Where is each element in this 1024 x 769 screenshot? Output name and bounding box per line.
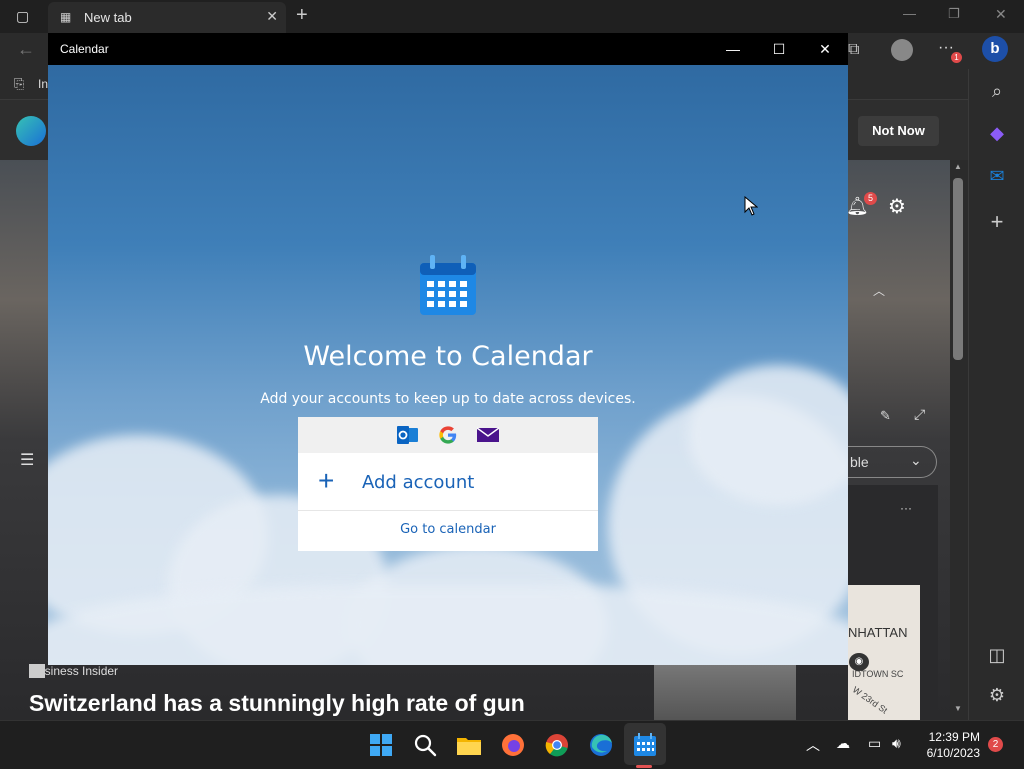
notification-count-badge: 5 <box>864 192 877 205</box>
news-photo <box>654 665 796 720</box>
close-tab-icon[interactable]: ✕ <box>266 8 278 25</box>
source-logo-icon <box>29 664 45 678</box>
browser-minimize-icon[interactable]: — <box>903 6 916 21</box>
browser-tab-new-tab[interactable]: ▦ New tab ✕ <box>48 2 286 33</box>
sidebar-settings-icon[interactable]: ⚙ <box>969 685 1024 706</box>
sidebar-add-icon[interactable]: + <box>969 209 1024 235</box>
account-card: + Add account Go to calendar <box>298 417 598 551</box>
browser-tab-bar: ▢ ▦ New tab ✕ + — ❐ ✕ <box>0 0 1024 33</box>
page-settings-gear-icon[interactable]: ⚙ <box>888 194 906 219</box>
sidebar-outlook-icon[interactable]: ✉ <box>969 166 1024 187</box>
profile-avatar[interactable] <box>891 39 913 61</box>
sidebar-toggle-icon[interactable]: ◫ <box>969 645 1024 666</box>
calendar-window: Calendar — ☐ ✕ Welcome to Calendar Add y… <box>48 33 848 665</box>
new-tab-page-icon: ▦ <box>60 10 72 24</box>
back-icon[interactable]: ← <box>17 39 35 60</box>
outlook-icon <box>397 426 418 444</box>
welcome-title: Welcome to Calendar <box>303 341 593 372</box>
close-button[interactable]: ✕ <box>802 33 848 65</box>
window-title: Calendar <box>60 42 109 56</box>
card-more-icon[interactable]: ··· <box>900 501 912 515</box>
clock-time[interactable]: 12:39 PM <box>900 730 980 744</box>
search-icon[interactable] <box>409 729 441 761</box>
calendar-titlebar[interactable]: Calendar — ☐ ✕ <box>48 33 848 65</box>
notification-center-badge[interactable]: 2 <box>988 737 1003 752</box>
tab-title: New tab <box>84 10 132 25</box>
mouse-cursor-icon <box>744 196 758 216</box>
cloud-sync-icon[interactable]: ☁ <box>836 735 850 752</box>
welcome-subtitle: Add your accounts to keep up to date acr… <box>260 391 636 407</box>
profile-badge: 1 <box>951 52 962 63</box>
camera-icon: ◉ <box>849 653 869 671</box>
minimize-button[interactable]: — <box>710 33 756 65</box>
file-explorer-icon[interactable] <box>453 729 485 761</box>
import-favorites-icon[interactable]: ⎘ <box>14 76 24 92</box>
browser-close-icon[interactable]: ✕ <box>995 6 1007 23</box>
scroll-up-icon[interactable]: ▲ <box>954 162 962 171</box>
not-now-button[interactable]: Not Now <box>858 116 939 146</box>
plus-icon: + <box>318 465 335 496</box>
sidebar-search-icon[interactable]: ⌕ <box>969 81 1024 102</box>
news-headline[interactable]: Switzerland has a stunningly high rate o… <box>29 690 525 717</box>
firefox-icon[interactable] <box>497 729 529 761</box>
cloud-decoration <box>48 585 848 665</box>
collapse-chevron-icon[interactable]: ︿ <box>873 282 885 299</box>
expand-icon[interactable]: ⤢ <box>914 406 925 423</box>
chevron-down-icon: ⌄ <box>910 452 922 468</box>
chrome-icon[interactable] <box>541 729 573 761</box>
taskbar: ︿ ☁ ▭ 🔊︎ 12:39 PM 6/10/2023 2 <box>0 720 1024 769</box>
provider-strip <box>298 417 598 453</box>
bing-icon[interactable]: b <box>982 36 1008 62</box>
scroll-down-icon[interactable]: ▼ <box>954 704 962 713</box>
collections-icon[interactable]: ⧉ <box>848 41 859 59</box>
map-label-manhattan: NHATTAN <box>848 625 908 640</box>
show-hidden-icons-icon[interactable]: ︿ <box>806 735 820 755</box>
calendar-welcome-screen: Welcome to Calendar Add your accounts to… <box>48 65 848 665</box>
edge-logo-icon <box>16 116 46 146</box>
feed-dropdown[interactable]: ble ⌄ <box>848 446 937 478</box>
browser-sidebar: ⌕ ◆ ✉ + ◫ ⚙ <box>968 69 1024 720</box>
go-to-calendar-link[interactable]: Go to calendar <box>298 511 598 551</box>
sidebar-copilot-icon[interactable]: ◆ <box>969 123 1024 144</box>
calendar-icon[interactable] <box>629 729 661 761</box>
edit-layout-icon[interactable]: ✎ <box>880 408 891 424</box>
maximize-button[interactable]: ☐ <box>756 33 802 65</box>
favorites-item[interactable]: In <box>38 77 48 91</box>
edge-icon[interactable] <box>585 729 617 761</box>
tab-actions-icon[interactable]: ▢ <box>16 8 29 25</box>
browser-restore-icon[interactable]: ❐ <box>948 6 960 22</box>
hamburger-menu-icon[interactable]: ☰ <box>20 450 34 470</box>
add-account-label: Add account <box>362 472 475 493</box>
google-icon <box>439 426 457 444</box>
calendar-logo-icon <box>420 255 476 315</box>
mail-icon <box>477 427 499 442</box>
network-icon[interactable]: ▭ <box>868 735 881 752</box>
start-icon[interactable] <box>365 729 397 761</box>
scrollbar-thumb[interactable] <box>953 178 963 360</box>
add-account-button[interactable]: + Add account <box>298 453 598 511</box>
clock-date[interactable]: 6/10/2023 <box>900 746 980 760</box>
new-tab-icon[interactable]: + <box>296 4 308 27</box>
map-label-street: W 23rd St <box>850 684 890 716</box>
dropdown-label: ble <box>850 454 869 470</box>
